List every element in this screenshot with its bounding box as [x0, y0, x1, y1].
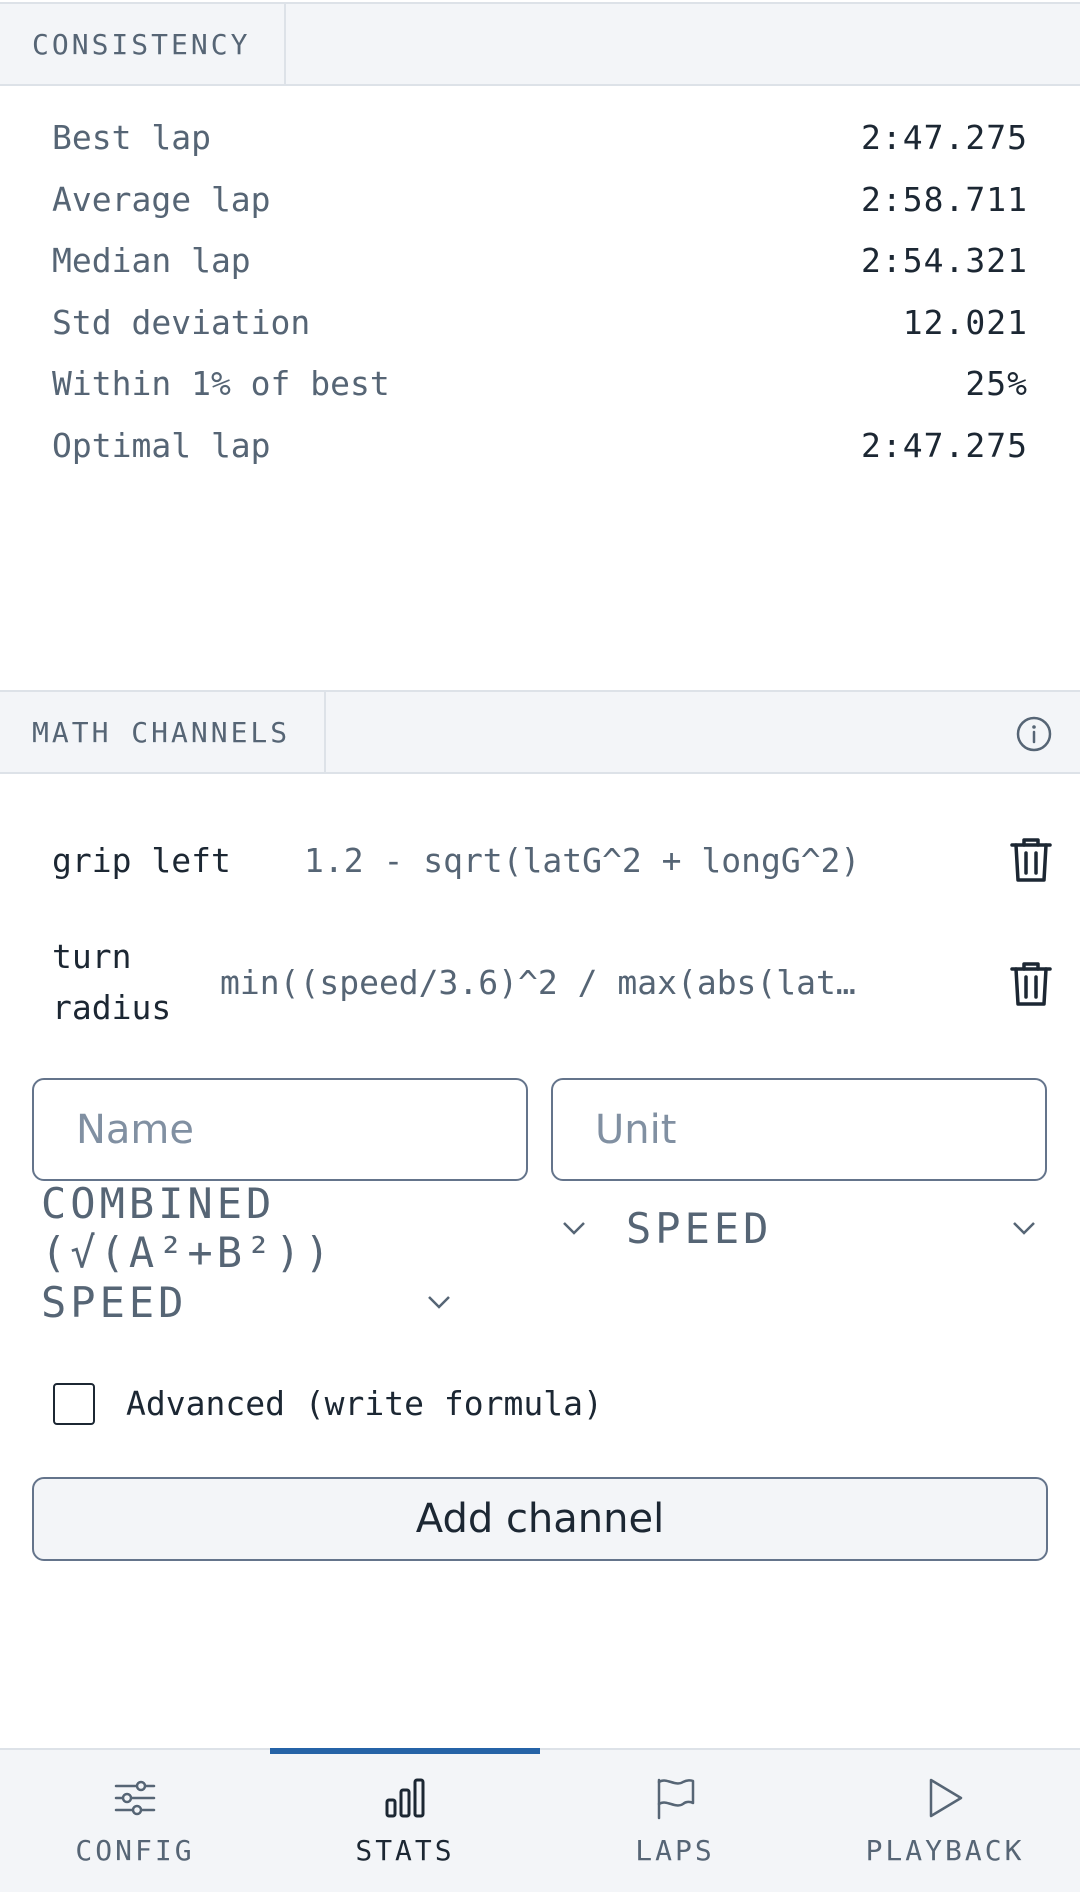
stat-value: 2:47.275	[861, 118, 1028, 157]
stat-label: Optimal lap	[52, 425, 271, 465]
advanced-checkbox-label[interactable]: Advanced (write formula)	[126, 1383, 603, 1425]
math-channels-title: MATH CHANNELS	[0, 692, 326, 772]
nav-label: STATS	[355, 1834, 455, 1867]
channel-name: grip left	[52, 840, 231, 880]
chevron-down-icon	[1013, 1222, 1035, 1235]
stat-row: Within 1% of best 25%	[52, 364, 1028, 426]
stat-value: 12.021	[902, 302, 1028, 342]
consistency-title: CONSISTENCY	[0, 4, 286, 84]
stat-label: Best lap	[52, 118, 211, 157]
channel-b-select-value: SPEED	[41, 1277, 188, 1327]
channel-unit-input[interactable]	[551, 1078, 1047, 1181]
nav-config[interactable]: CONFIG	[0, 1750, 270, 1892]
nav-label: LAPS	[635, 1834, 715, 1867]
nav-label: PLAYBACK	[865, 1834, 1025, 1867]
sliders-icon	[114, 1780, 156, 1816]
nav-label: CONFIG	[75, 1834, 195, 1867]
stat-value: 2:54.321	[861, 241, 1028, 280]
consistency-stats: Best lap 2:47.275 Average lap 2:58.711 M…	[52, 118, 1028, 487]
play-icon	[929, 1778, 963, 1818]
channel-name: turn radius	[52, 937, 172, 1027]
chevron-down-icon	[563, 1222, 585, 1235]
stat-label: Median lap	[52, 241, 251, 280]
channel-name-input[interactable]	[32, 1078, 528, 1181]
operation-select-value: COMBINED (√(A²+B²))	[41, 1179, 334, 1277]
delete-channel-button[interactable]	[1008, 960, 1054, 1008]
stat-value: 2:58.711	[861, 179, 1028, 219]
bottom-nav: CONFIG STATS LAPS PLAYBACK	[0, 1748, 1080, 1892]
stat-label: Std deviation	[52, 302, 311, 342]
stat-row: Best lap 2:47.275	[52, 118, 1028, 180]
channel-b-select[interactable]: SPEED	[41, 1272, 455, 1332]
stat-row: Median lap 2:54.321	[52, 241, 1028, 303]
stat-row: Std deviation 12.021	[52, 303, 1028, 365]
stat-value: 25%	[965, 364, 1028, 403]
operation-select[interactable]: COMBINED (√(A²+B²))	[41, 1179, 589, 1277]
channel-formula: 1.2 - sqrt(latG^2 + longG^2)	[304, 840, 861, 880]
channel-row: grip left 1.2 - sqrt(latG^2 + longG^2)	[52, 834, 1028, 886]
math-channels-header: MATH CHANNELS	[0, 690, 1080, 774]
consistency-header: CONSISTENCY	[0, 2, 1080, 86]
channel-a-select-value: SPEED	[626, 1203, 773, 1253]
channel-formula: min((speed/3.6)^2 / max(abs(lat…	[220, 962, 856, 1002]
stat-row: Optimal lap 2:47.275	[52, 426, 1028, 488]
delete-channel-button[interactable]	[1008, 836, 1054, 884]
stat-label: Within 1% of best	[52, 364, 390, 403]
channel-a-select[interactable]: SPEED	[626, 1198, 1040, 1258]
flag-icon	[657, 1778, 695, 1820]
bar-chart-icon	[385, 1778, 425, 1818]
nav-stats[interactable]: STATS	[270, 1750, 540, 1892]
stat-row: Average lap 2:58.711	[52, 180, 1028, 242]
info-icon[interactable]	[1014, 714, 1054, 754]
nav-laps[interactable]: LAPS	[540, 1750, 810, 1892]
nav-playback[interactable]: PLAYBACK	[810, 1750, 1080, 1892]
add-channel-button[interactable]: Add channel	[32, 1477, 1048, 1561]
stat-value: 2:47.275	[861, 425, 1028, 465]
channel-row: turn radius min((speed/3.6)^2 / max(abs(…	[52, 930, 1028, 1034]
stat-label: Average lap	[52, 179, 271, 219]
chevron-down-icon	[428, 1296, 450, 1309]
advanced-checkbox[interactable]	[53, 1383, 95, 1425]
